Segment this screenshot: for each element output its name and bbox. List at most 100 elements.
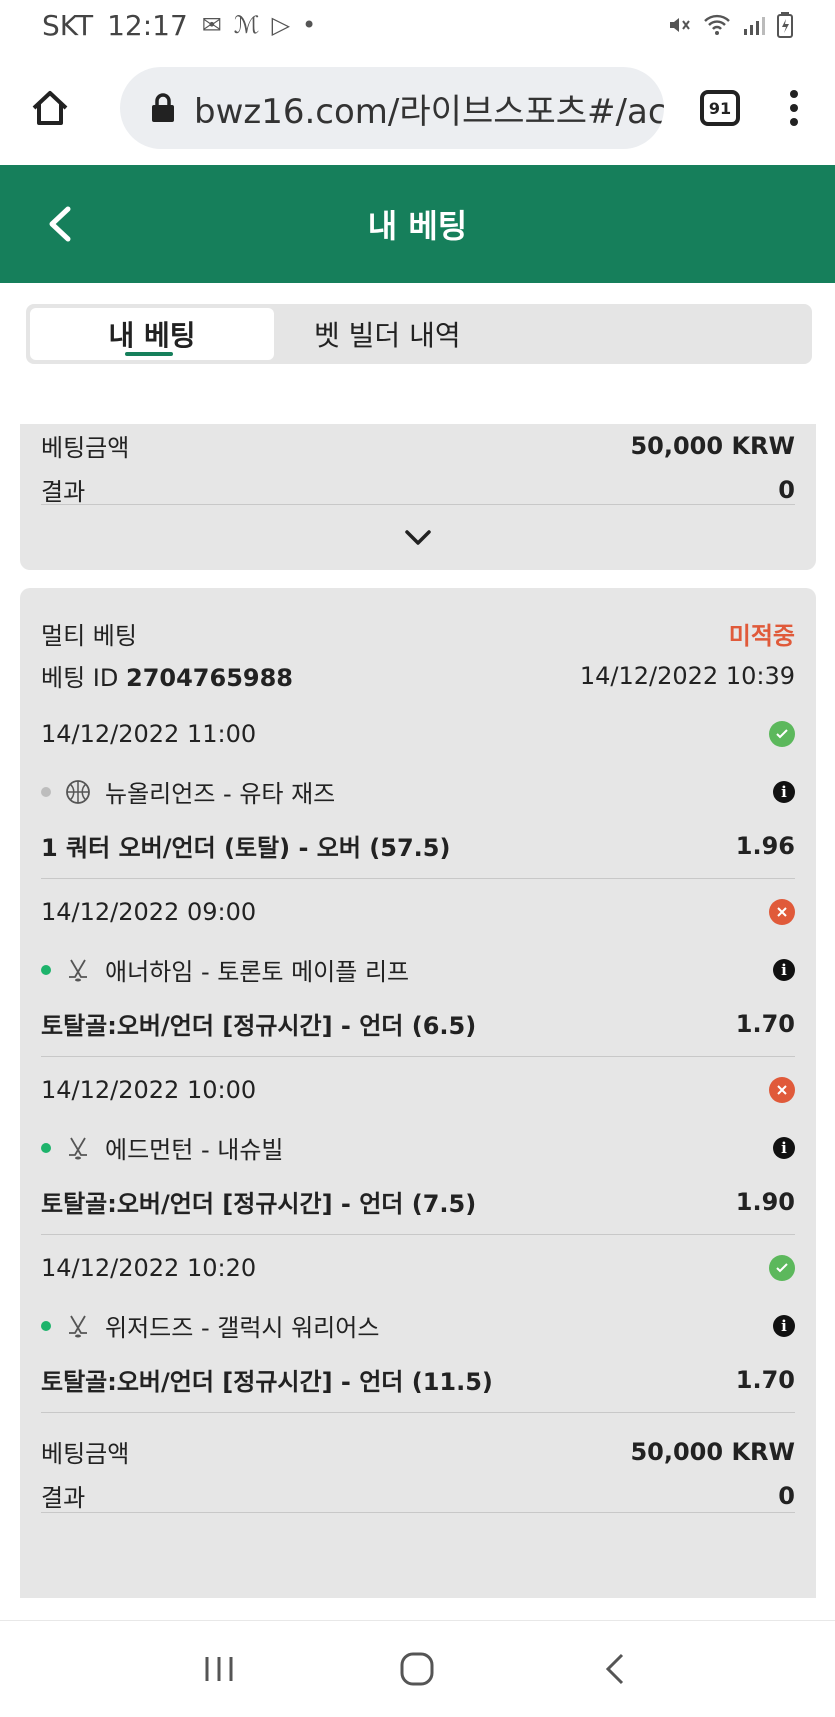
check-icon bbox=[769, 1255, 795, 1281]
back-nav-button[interactable] bbox=[596, 1649, 636, 1689]
tab-label: 내 베팅 bbox=[108, 319, 196, 352]
home-circle-icon bbox=[400, 1652, 434, 1686]
divider bbox=[41, 878, 795, 879]
wifi-icon bbox=[704, 14, 730, 35]
selection-odds: 1.90 bbox=[735, 1187, 795, 1216]
tab-bet-builder-history[interactable]: 벳 빌더 내역 bbox=[274, 308, 808, 360]
selection-market-row: 1 쿼터 오버/언더 (토탈) - 오버 (57.5) 1.96 bbox=[41, 828, 795, 863]
hockey-icon bbox=[69, 1137, 87, 1159]
recent-apps-icon bbox=[205, 1657, 233, 1681]
battery-icon bbox=[777, 12, 793, 38]
bet-amount-row: 베팅금액 50,000 KRW bbox=[41, 428, 795, 463]
url-text[interactable]: bwz16.com/라이브스포츠#/ac bbox=[194, 84, 664, 133]
cross-icon bbox=[769, 899, 795, 925]
bet-id: 베팅 ID 2704765988 bbox=[41, 658, 293, 693]
bet-placed-time: 14/12/2022 10:39 bbox=[579, 661, 795, 690]
selection-teams: 위저드즈 - 갤럭시 워리어스 bbox=[41, 1308, 379, 1343]
recent-apps-button[interactable] bbox=[199, 1649, 239, 1689]
selection-market-row: 토탈골:오버/언더 [정규시간] - 언더 (7.5) 1.90 bbox=[41, 1184, 795, 1219]
mute-icon bbox=[670, 18, 690, 32]
bet-status-badge: 미적중 bbox=[728, 622, 795, 650]
check-icon bbox=[769, 721, 795, 747]
divider bbox=[41, 1512, 795, 1513]
divider bbox=[41, 504, 795, 505]
home-icon bbox=[32, 91, 68, 125]
signal-icon bbox=[744, 17, 765, 35]
browser-menu-button[interactable] bbox=[784, 90, 804, 126]
selection-date-row: 14/12/2022 09:00 bbox=[41, 898, 795, 926]
bet-amount-value: 50,000 KRW bbox=[630, 1437, 795, 1466]
hockey-icon bbox=[69, 1315, 87, 1337]
selection-market: 토탈골:오버/언더 [정규시간] - 언더 (11.5) bbox=[41, 1368, 493, 1396]
bet-result-value: 0 bbox=[778, 475, 795, 504]
selection-teams-row: 위저드즈 - 갤럭시 워리어스 i bbox=[41, 1308, 795, 1343]
selection-market: 토탈골:오버/언더 [정규시간] - 언더 (7.5) bbox=[41, 1190, 477, 1218]
page-title: 내 베팅 bbox=[367, 207, 468, 245]
selection-date-row: 14/12/2022 10:20 bbox=[41, 1254, 795, 1282]
status-bar: SKT 12:17 ✉ ℳ ▷ • bbox=[0, 0, 835, 50]
info-icon[interactable]: i bbox=[773, 780, 795, 803]
system-nav-bar bbox=[0, 1620, 835, 1717]
selection-date-row: 14/12/2022 11:00 bbox=[41, 720, 795, 748]
selection-market-row: 토탈골:오버/언더 [정규시간] - 언더 (11.5) 1.70 bbox=[41, 1362, 795, 1397]
selection-date: 14/12/2022 10:00 bbox=[41, 1076, 257, 1104]
menu-dot bbox=[790, 118, 798, 126]
selection-teams: 애너하임 - 토론토 메이플 리프 bbox=[41, 952, 409, 987]
home-button[interactable] bbox=[24, 82, 76, 134]
bet-result-label: 결과 bbox=[41, 1484, 86, 1512]
selection-teams: 뉴올리언즈 - 유타 재즈 bbox=[41, 774, 335, 809]
chevron-down-icon[interactable] bbox=[404, 528, 432, 548]
info-icon[interactable]: i bbox=[773, 1314, 795, 1337]
bet-id-row: 베팅 ID 2704765988 14/12/2022 10:39 bbox=[41, 658, 795, 693]
selection-odds: 1.70 bbox=[735, 1365, 795, 1394]
bet-card-previous: 베팅금액 50,000 KRW 결과 0 bbox=[20, 424, 816, 570]
divider bbox=[41, 1056, 795, 1057]
selection-odds: 1.96 bbox=[735, 831, 795, 860]
carrier-label: SKT bbox=[42, 8, 94, 42]
bet-result-label: 결과 bbox=[41, 478, 86, 506]
cross-icon bbox=[769, 1077, 795, 1103]
more-notifications-icon: • bbox=[302, 11, 317, 39]
bet-card-multi: 멀티 베팅 미적중 베팅 ID 2704765988 14/12/2022 10… bbox=[20, 588, 816, 1598]
back-icon bbox=[605, 1653, 623, 1685]
home-nav-button[interactable] bbox=[397, 1649, 437, 1689]
basketball-icon bbox=[66, 779, 90, 804]
selection-date: 14/12/2022 09:00 bbox=[41, 898, 257, 926]
bet-amount-label: 베팅금액 bbox=[41, 434, 130, 462]
tab-my-bets[interactable]: 내 베팅 bbox=[30, 308, 274, 360]
selection-teams: 에드먼턴 - 내슈빌 bbox=[41, 1130, 283, 1165]
selection-market: 1 쿼터 오버/언더 (토탈) - 오버 (57.5) bbox=[41, 834, 451, 862]
tab-label: 벳 빌더 내역 bbox=[314, 319, 461, 352]
bet-id-label: 베팅 ID bbox=[41, 664, 119, 692]
notification-icon: ℳ bbox=[233, 11, 260, 39]
selection-market-row: 토탈골:오버/언더 [정규시간] - 언더 (6.5) 1.70 bbox=[41, 1006, 795, 1041]
live-indicator bbox=[41, 786, 51, 797]
app-header: 내 베팅 bbox=[0, 165, 835, 283]
selection-date-row: 14/12/2022 10:00 bbox=[41, 1076, 795, 1104]
active-tab-indicator bbox=[125, 352, 173, 356]
bet-tabs: 내 베팅 벳 빌더 내역 bbox=[26, 304, 812, 364]
info-icon[interactable]: i bbox=[773, 958, 795, 981]
menu-dot bbox=[790, 90, 798, 98]
live-indicator bbox=[41, 964, 51, 975]
menu-dot bbox=[790, 104, 798, 112]
clock: 12:17 bbox=[107, 8, 188, 42]
teams-label: 위저드즈 - 갤럭시 워리어스 bbox=[105, 1314, 380, 1342]
notification-icon: ✉ bbox=[201, 11, 222, 39]
back-arrow-icon[interactable] bbox=[40, 199, 80, 249]
selection-odds: 1.70 bbox=[735, 1009, 795, 1038]
info-icon[interactable]: i bbox=[773, 1136, 795, 1159]
status-right bbox=[667, 12, 793, 38]
tab-switcher-button[interactable]: 91 bbox=[700, 90, 740, 126]
hockey-icon bbox=[69, 959, 87, 981]
bet-result-value: 0 bbox=[778, 1481, 795, 1510]
teams-label: 애너하임 - 토론토 메이플 리프 bbox=[105, 958, 410, 986]
selection-teams-row: 뉴올리언즈 - 유타 재즈 i bbox=[41, 774, 795, 809]
divider bbox=[41, 1234, 795, 1235]
teams-label: 뉴올리언즈 - 유타 재즈 bbox=[105, 780, 336, 808]
bet-result-row: 결과 0 bbox=[41, 472, 795, 507]
bet-amount-row: 베팅금액 50,000 KRW bbox=[41, 1434, 795, 1469]
address-bar[interactable]: bwz16.com/라이브스포츠#/ac bbox=[120, 67, 664, 149]
selection-teams-row: 애너하임 - 토론토 메이플 리프 i bbox=[41, 952, 795, 987]
bet-header-row: 멀티 베팅 미적중 bbox=[41, 616, 795, 651]
